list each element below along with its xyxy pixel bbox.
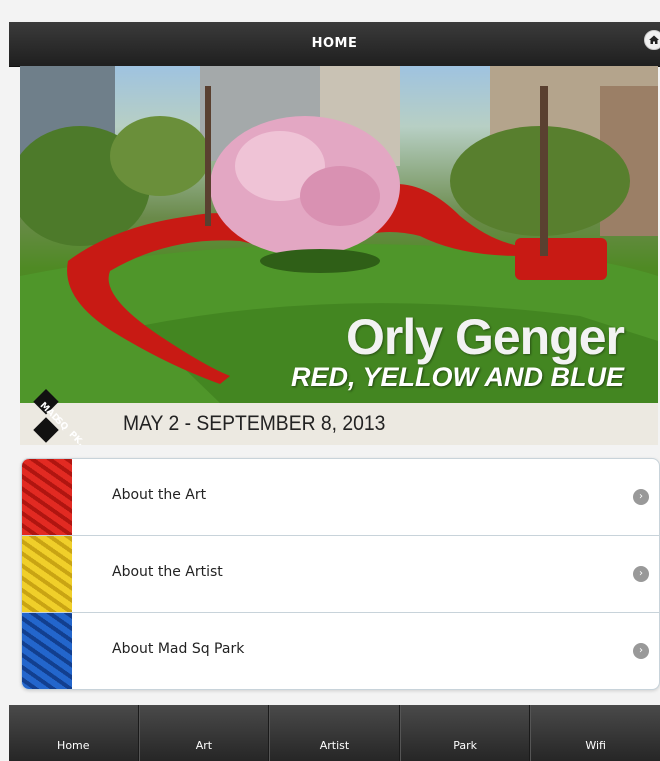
hero-subtitle: RED, YELLOW AND BLUE (290, 362, 624, 392)
tab-label: Art (195, 739, 213, 752)
home-icon[interactable] (644, 30, 660, 50)
chevron-right-icon: › (633, 566, 649, 582)
header-bar: HOME (9, 22, 660, 67)
hero-image: Orly Genger RED, YELLOW AND BLUE (20, 66, 658, 403)
tab-label: Artist (319, 739, 350, 752)
tab-label: Wifi (585, 739, 606, 752)
bottom-tab-bar: Home Art Artist Park Wifi (9, 705, 660, 761)
tab-park[interactable]: Park (399, 705, 531, 761)
date-banner: MAD SQ PK. MAY 2 - SEPTEMBER 8, 2013 (20, 389, 658, 445)
exhibition-dates: MAY 2 - SEPTEMBER 8, 2013 (123, 412, 386, 435)
tab-home[interactable]: Home (9, 705, 139, 761)
list-item-about-artist[interactable]: About the Artist › (22, 536, 659, 613)
svg-text:PK.: PK. (67, 430, 86, 445)
tab-label: Home (57, 739, 90, 752)
list-item-label: About the Art (112, 487, 207, 503)
menu-list: About the Art › About the Artist › About… (21, 458, 660, 690)
tab-wifi[interactable]: Wifi (530, 705, 660, 761)
list-item-label: About Mad Sq Park (112, 641, 245, 657)
red-rope-thumbnail (22, 459, 72, 535)
chevron-right-icon: › (633, 489, 649, 505)
list-item-label: About the Artist (112, 564, 223, 580)
page-title: HOME (311, 36, 358, 51)
list-item-about-art[interactable]: About the Art › (22, 459, 659, 536)
tab-artist[interactable]: Artist (269, 705, 400, 761)
tab-label: Park (453, 739, 477, 752)
blue-rope-thumbnail (22, 613, 72, 689)
tab-art[interactable]: Art (138, 705, 270, 761)
yellow-rope-thumbnail (22, 536, 72, 612)
hero-title: Orly Genger (346, 309, 625, 365)
mad-sq-park-logo: MAD SQ PK. (33, 389, 86, 445)
list-item-about-park[interactable]: About Mad Sq Park › (22, 613, 659, 689)
chevron-right-icon: › (633, 643, 649, 659)
